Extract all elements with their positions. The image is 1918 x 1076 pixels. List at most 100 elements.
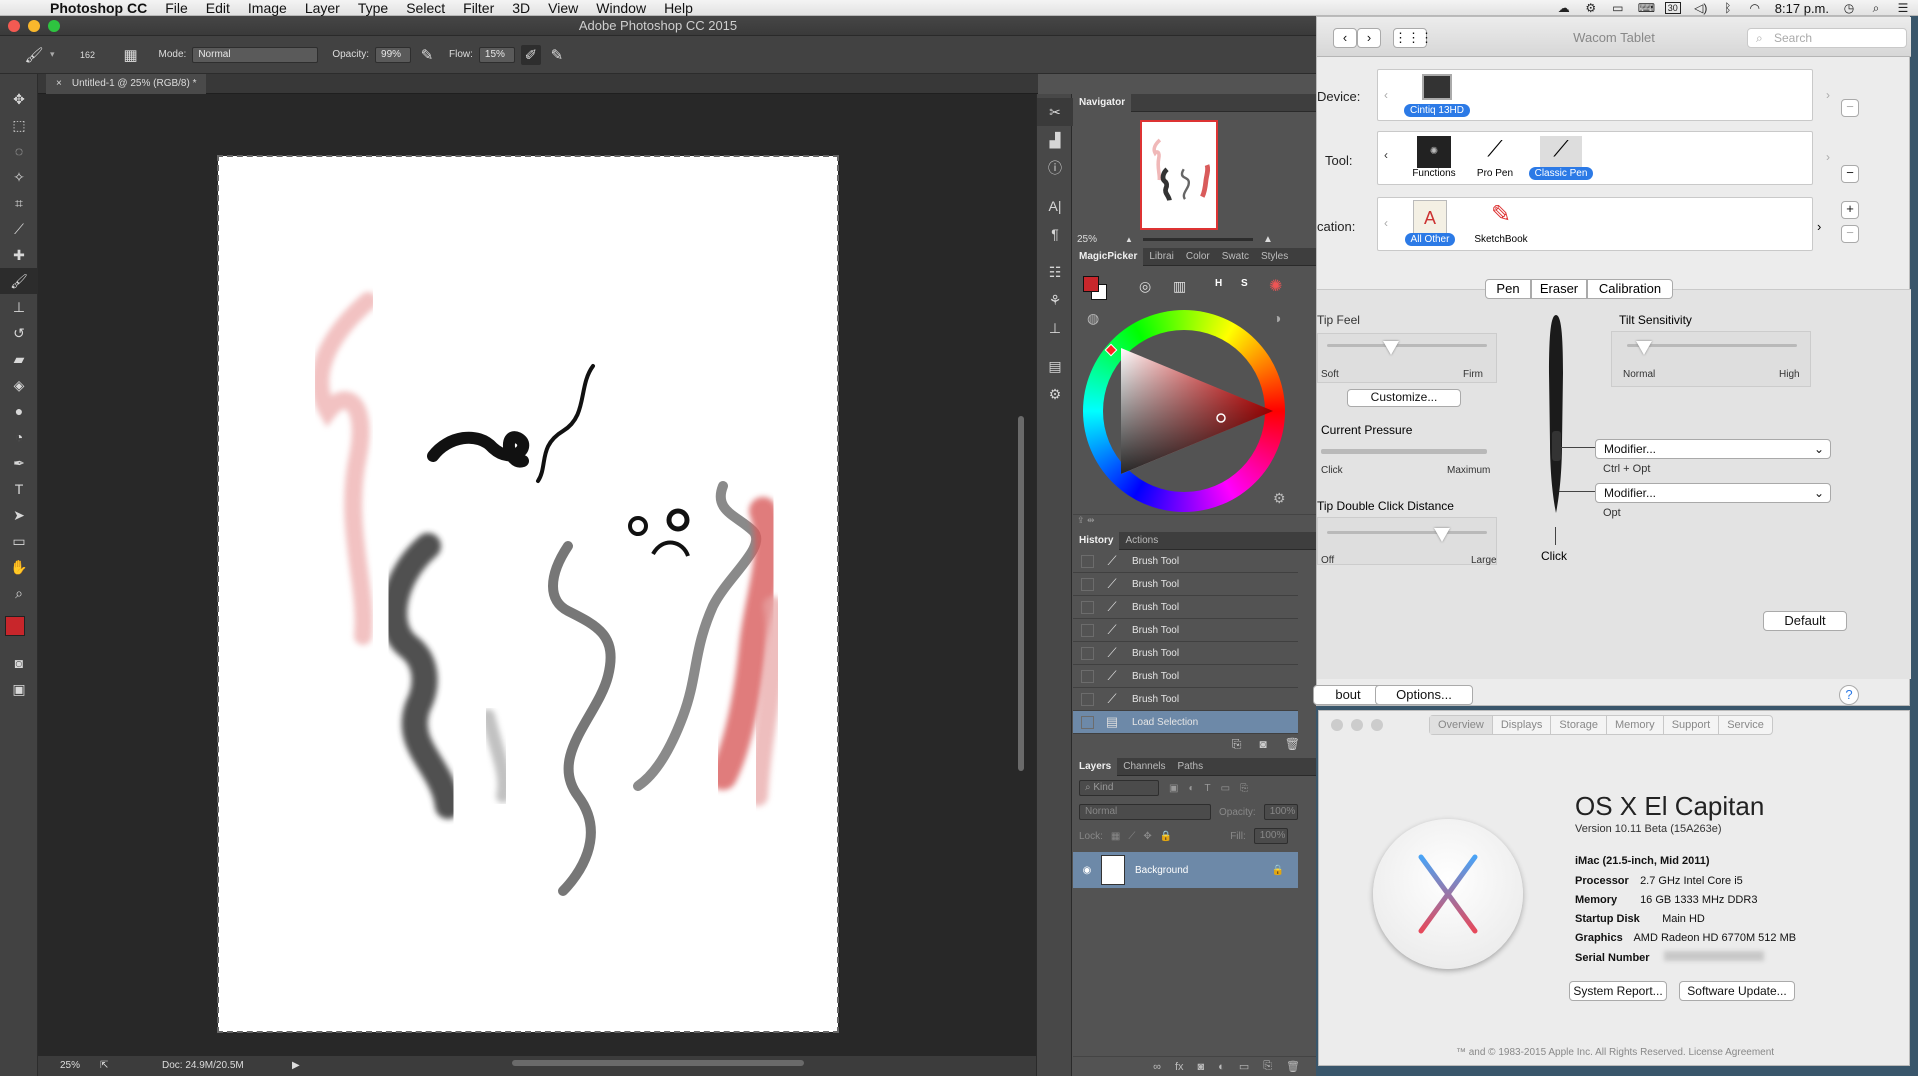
history-snapshot-checkbox[interactable] — [1081, 715, 1094, 729]
tab-overview[interactable]: Overview — [1430, 716, 1493, 734]
app-prev-icon[interactable]: ‹ — [1384, 216, 1388, 230]
pressure-size-icon[interactable]: ✎ — [547, 45, 567, 65]
double-click-slider[interactable] — [1327, 531, 1487, 534]
pen-tool-icon[interactable]: ✒ — [0, 450, 38, 476]
tab-pen[interactable]: Pen — [1485, 279, 1531, 299]
menu-clock[interactable]: 8:17 p.m. — [1775, 1, 1829, 16]
device-cintiq[interactable]: Cintiq 13HD — [1402, 72, 1472, 118]
menu-select[interactable]: Select — [406, 0, 445, 16]
cast-icon[interactable]: ▭ — [1611, 2, 1625, 14]
spotlight-icon[interactable]: ⌕ — [1869, 2, 1883, 14]
hand-tool-icon[interactable]: ✋ — [0, 554, 38, 580]
new-layer-icon[interactable]: ⎘ — [1263, 1060, 1272, 1073]
tool-classic-pen[interactable]: ⟋ Classic Pen — [1526, 136, 1596, 180]
remove-app-button[interactable]: − — [1841, 225, 1859, 243]
history-snapshot-checkbox[interactable] — [1081, 554, 1094, 568]
software-update-button[interactable]: Software Update... — [1679, 981, 1795, 1001]
tool-next-icon[interactable]: › — [1826, 150, 1830, 164]
tab-eraser[interactable]: Eraser — [1531, 279, 1587, 299]
layer-opacity-field[interactable]: 100% — [1263, 804, 1298, 820]
history-item[interactable]: ⟋ Brush Tool — [1073, 642, 1298, 665]
menu-3d[interactable]: 3D — [512, 0, 530, 16]
navigator-zoom-slider[interactable] — [1142, 237, 1253, 241]
history-snapshot-checkbox[interactable] — [1081, 600, 1094, 614]
stamp-tool-icon[interactable]: ⊥ — [0, 294, 38, 320]
menu-file[interactable]: File — [165, 0, 188, 16]
system-report-button[interactable]: System Report... — [1569, 981, 1667, 1001]
history-snapshot-checkbox[interactable] — [1081, 692, 1094, 706]
zoom-tool-icon[interactable]: ⌕ — [0, 580, 38, 606]
cloud-icon[interactable]: ☁ — [1557, 2, 1571, 14]
device-prev-icon[interactable]: ‹ — [1384, 88, 1388, 102]
status-zoom[interactable]: 25% — [60, 1056, 80, 1076]
screen-mode-icon[interactable]: ▣ — [0, 676, 38, 702]
lock-paint-icon[interactable]: ⟋ — [1128, 831, 1135, 842]
dodge-tool-icon[interactable]: ◔ — [0, 424, 38, 450]
about-button[interactable]: bout — [1313, 685, 1383, 705]
app-all-other[interactable]: A All Other — [1400, 200, 1460, 246]
fill-field[interactable]: 100% — [1253, 828, 1288, 844]
menu-filter[interactable]: Filter — [463, 0, 494, 16]
wheel-settings-icon[interactable]: ⚙ — [1273, 490, 1286, 507]
tab-actions[interactable]: Actions — [1119, 532, 1164, 550]
menu-image[interactable]: Image — [248, 0, 287, 16]
mode-select[interactable]: Normal — [192, 46, 319, 63]
double-click-knob[interactable] — [1434, 528, 1451, 542]
close-button[interactable] — [8, 20, 20, 32]
crop-tool-icon[interactable]: ⌗ — [0, 190, 38, 216]
marquee-tool-icon[interactable]: ⬚ — [0, 112, 38, 138]
device-next-icon[interactable]: › — [1826, 88, 1830, 102]
flow-field[interactable]: 15% — [478, 46, 515, 63]
close-button[interactable] — [1331, 719, 1343, 731]
lower-button-select[interactable]: Modifier... ⌄ — [1595, 483, 1831, 503]
default-button[interactable]: Default — [1763, 611, 1847, 631]
history-item[interactable]: ⟋ Brush Tool — [1073, 665, 1298, 688]
bluetooth-icon[interactable]: ᛒ — [1721, 2, 1735, 14]
status-arrow-icon[interactable]: ▶ — [292, 1056, 300, 1076]
vertical-scrollbar[interactable] — [1018, 416, 1024, 771]
delete-layer-icon[interactable]: 🗑 — [1286, 1060, 1300, 1073]
search-input[interactable]: ⌕ Search — [1747, 28, 1907, 48]
gear-icon[interactable]: ⚙ — [1584, 2, 1598, 14]
wifi-icon[interactable]: ◠ — [1748, 2, 1762, 14]
layer-kind-select[interactable]: ⌕ Kind — [1079, 780, 1159, 796]
history-snapshot-checkbox[interactable] — [1081, 623, 1094, 637]
history-snapshot-checkbox[interactable] — [1081, 577, 1094, 591]
history-item[interactable]: ⟋ Brush Tool — [1073, 550, 1298, 573]
tool-prev-icon[interactable]: ‹ — [1384, 148, 1388, 162]
tab-storage[interactable]: Storage — [1551, 716, 1607, 734]
path-select-icon[interactable]: ➤ — [0, 502, 38, 528]
share-icon[interactable]: ⇱ — [100, 1056, 108, 1076]
upper-button-select[interactable]: Modifier... ⌄ — [1595, 439, 1831, 459]
shape-tool-icon[interactable]: ▭ — [0, 528, 38, 554]
calendar-icon[interactable]: 30 — [1664, 2, 1681, 14]
paragraph-icon[interactable]: ¶ — [1037, 220, 1073, 248]
lasso-tool-icon[interactable]: ◌ — [0, 138, 38, 164]
tool-pro-pen[interactable]: ⟋ Pro Pen — [1470, 136, 1520, 179]
layer-row-background[interactable]: ◉ Background 🔒 — [1073, 852, 1298, 888]
link-icon[interactable]: ∞ — [1153, 1061, 1161, 1073]
lock-move-icon[interactable]: ✥ — [1143, 831, 1151, 842]
minimize-button[interactable] — [1351, 719, 1363, 731]
eye-icon[interactable]: ◉ — [1073, 865, 1101, 876]
menu-type[interactable]: Type — [358, 0, 388, 16]
tab-memory[interactable]: Memory — [1607, 716, 1664, 734]
type-tool-icon[interactable]: T — [0, 476, 38, 502]
keyboard-icon[interactable]: ⌨ — [1638, 2, 1655, 14]
options-button[interactable]: Options... — [1375, 685, 1473, 705]
airbrush-icon[interactable]: ✐ — [520, 44, 541, 65]
history-item[interactable]: ⟋ Brush Tool — [1073, 688, 1298, 711]
history-item[interactable]: ⟋ Brush Tool — [1073, 573, 1298, 596]
history-item[interactable]: ⟋ Brush Tool — [1073, 596, 1298, 619]
layer-blend-select[interactable]: Normal — [1079, 804, 1211, 820]
tab-displays[interactable]: Displays — [1493, 716, 1552, 734]
zoom-in-icon[interactable]: ▲ — [1263, 234, 1273, 245]
wheel-mode-icon[interactable]: ◎ — [1139, 278, 1151, 295]
tab-channels[interactable]: Channels — [1117, 758, 1171, 776]
volume-icon[interactable]: ◁) — [1694, 2, 1708, 14]
filter-adjust-icon[interactable]: ◐ — [1188, 783, 1194, 794]
filter-type-icon[interactable]: T — [1205, 783, 1211, 794]
notification-icon[interactable]: ☰ — [1896, 2, 1910, 14]
tab-history[interactable]: History — [1073, 531, 1120, 550]
history-snapshot-checkbox[interactable] — [1081, 646, 1094, 660]
